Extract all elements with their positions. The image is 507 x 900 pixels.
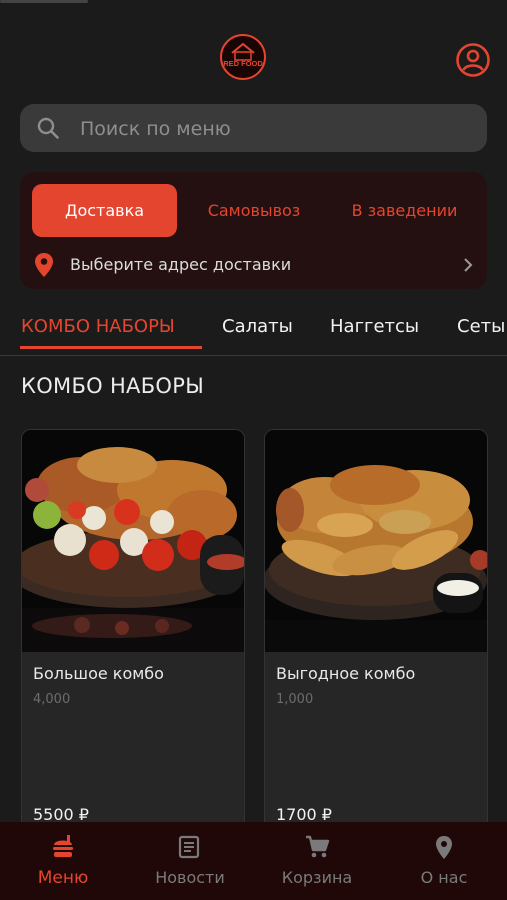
active-category-indicator	[20, 346, 202, 349]
svg-text:RED FOOD: RED FOOD	[223, 59, 263, 68]
nav-cart-label: Корзина	[281, 868, 353, 887]
restaurant-logo: RED FOOD	[219, 33, 267, 81]
section-title: КОМБО НАБОРЫ	[21, 374, 205, 398]
tab-pickup[interactable]: Самовывоз	[190, 184, 318, 237]
search-input[interactable]	[78, 104, 477, 154]
burger-icon	[50, 834, 76, 860]
category-tab-sets[interactable]: Сеты	[457, 316, 505, 337]
product-name: Выгодное комбо	[276, 664, 416, 683]
chevron-right-icon	[462, 256, 474, 274]
product-card[interactable]: Большое комбо 4,000 5500 ₽	[21, 429, 245, 831]
search-icon	[36, 116, 60, 140]
status-bar	[0, 0, 507, 12]
app-header: RED FOOD	[0, 28, 507, 88]
tab-delivery[interactable]: Доставка	[32, 184, 177, 237]
nav-news[interactable]: Новости	[127, 822, 253, 900]
category-tab-nuggets[interactable]: Наггетсы	[330, 316, 419, 337]
nav-about-label: О нас	[420, 868, 468, 887]
address-prompt: Выберите адрес доставки	[70, 255, 292, 274]
category-tabs: КОМБО НАБОРЫ Салаты Наггетсы Сеты	[0, 303, 507, 356]
delivery-options-panel: Доставка Самовывоз В заведении Выберите …	[20, 172, 487, 289]
profile-icon[interactable]	[455, 42, 491, 78]
cart-icon	[304, 834, 330, 860]
nav-menu[interactable]: Меню	[0, 822, 126, 900]
search-bar[interactable]	[20, 104, 487, 154]
category-tab-combo[interactable]: КОМБО НАБОРЫ	[21, 316, 175, 337]
status-bar-indicator	[0, 0, 88, 3]
product-weight: 1,000	[276, 692, 314, 707]
category-tab-salads[interactable]: Салаты	[222, 316, 293, 337]
product-name: Большое комбо	[33, 664, 164, 683]
product-card[interactable]: Выгодное комбо 1,000 1700 ₽	[264, 429, 488, 831]
location-pin-icon	[34, 252, 54, 278]
bottom-navigation: Меню Новости Корзина О нас	[0, 822, 507, 900]
product-image	[22, 430, 244, 652]
product-image	[265, 430, 487, 652]
nav-news-label: Новости	[155, 868, 225, 887]
nav-menu-label: Меню	[37, 868, 89, 888]
news-icon	[177, 834, 203, 860]
nav-about[interactable]: О нас	[381, 822, 507, 900]
product-weight: 4,000	[33, 692, 71, 707]
location-icon	[431, 834, 457, 860]
nav-cart[interactable]: Корзина	[254, 822, 380, 900]
address-selector[interactable]: Выберите адрес доставки	[34, 252, 474, 278]
tab-dine-in[interactable]: В заведении	[332, 184, 477, 237]
